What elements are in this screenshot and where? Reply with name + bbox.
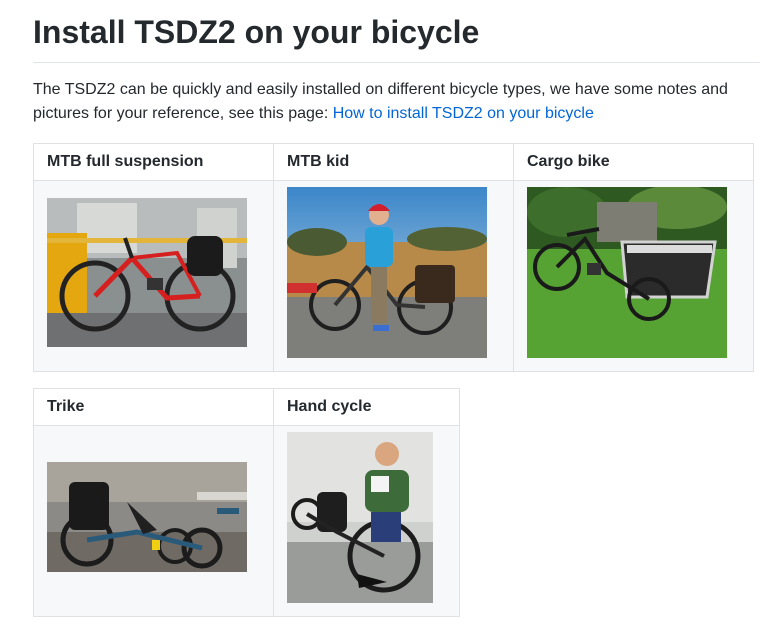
cell-mtb-kid [273, 180, 514, 372]
bicycle-types-table-1: MTB full suspension MTB kid Cargo bike [33, 143, 754, 372]
cell-mtb-full-suspension [33, 180, 274, 372]
mtb-kid-photo[interactable] [287, 187, 487, 358]
hand-cycle-photo[interactable] [287, 432, 433, 603]
page: Install TSDZ2 on your bicycle The TSDZ2 … [0, 0, 784, 636]
mtb-full-suspension-photo[interactable] [47, 198, 247, 347]
header-cargo-bike: Cargo bike [513, 143, 754, 181]
trike-photo[interactable] [47, 462, 247, 572]
title-divider [33, 62, 760, 63]
cell-trike [33, 425, 274, 617]
header-hand-cycle: Hand cycle [273, 388, 460, 426]
intro-paragraph: The TSDZ2 can be quickly and easily inst… [33, 78, 753, 126]
cell-cargo-bike [513, 180, 754, 372]
header-trike: Trike [33, 388, 274, 426]
header-mtb-kid: MTB kid [273, 143, 514, 181]
install-guide-link[interactable]: How to install TSDZ2 on your bicycle [333, 105, 594, 122]
cargo-bike-photo[interactable] [527, 187, 727, 358]
cell-hand-cycle [273, 425, 460, 617]
bicycle-types-table-2: Trike Hand cycle [33, 388, 460, 617]
page-title: Install TSDZ2 on your bicycle [33, 14, 480, 50]
header-mtb-full-suspension: MTB full suspension [33, 143, 274, 181]
